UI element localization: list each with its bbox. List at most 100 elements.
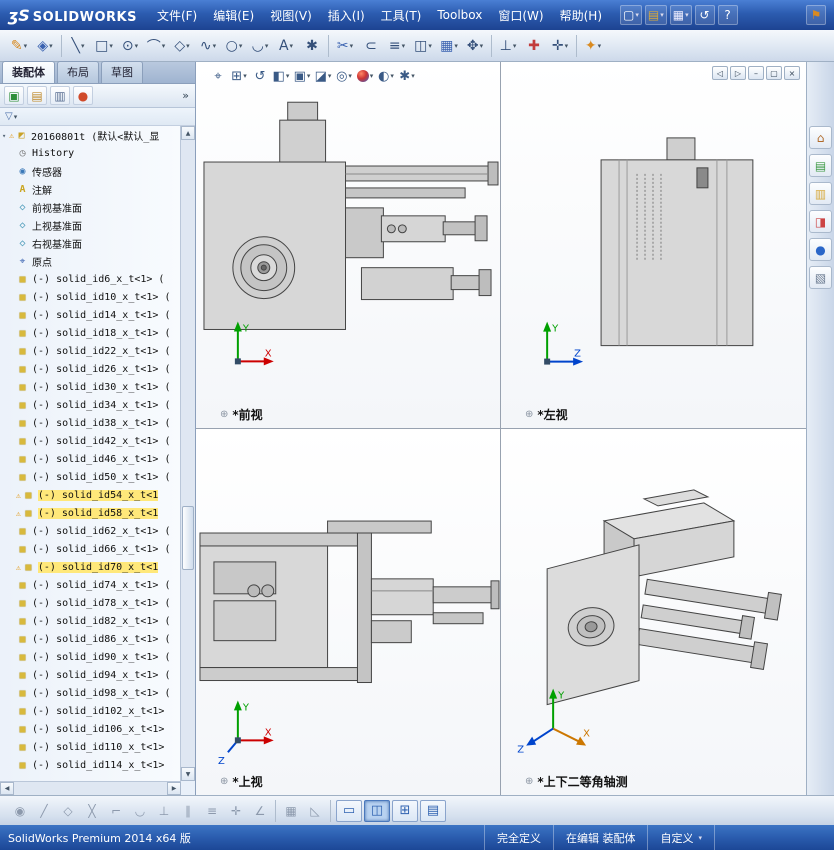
view-settings-icon[interactable]: ✱ <box>397 65 417 87</box>
pane-left-icon[interactable]: ◁ <box>712 66 728 80</box>
tree-item[interactable]: ■ (-) solid_id54_x_t<1 <box>0 486 181 504</box>
tree-item[interactable]: ■ (-) solid_id6_x_t<1> ( <box>0 270 181 288</box>
expand-icon[interactable] <box>2 130 9 141</box>
sketch-icon[interactable]: ✎ <box>6 33 32 59</box>
tree-item[interactable]: ■ (-) solid_id22_x_t<1> ( <box>0 342 181 360</box>
pattern-icon[interactable]: ▦ <box>436 33 462 59</box>
scroll-up-button[interactable] <box>181 126 195 140</box>
help-icon[interactable]: ? <box>717 5 738 25</box>
trim-icon[interactable]: ✂ <box>332 33 358 59</box>
tree-vertical-scrollbar[interactable] <box>180 126 195 781</box>
tree-item[interactable]: ■ (-) solid_id82_x_t<1> ( <box>0 612 181 630</box>
filter-icon[interactable]: ▽ <box>5 111 17 122</box>
tree-item[interactable]: ◇ 前视基准面 <box>0 198 181 216</box>
tree-item[interactable]: A 注解 <box>0 180 181 198</box>
zoom-area-icon[interactable]: ⊞ <box>229 65 249 87</box>
minimize-window-icon[interactable]: – <box>748 66 764 80</box>
smart-dimension-icon[interactable]: ◈ <box>32 33 58 59</box>
zoom-fit-icon[interactable]: ⌖ <box>208 65 228 87</box>
command-tab[interactable]: 布局 <box>57 61 99 83</box>
offset-icon[interactable]: ≡ <box>384 33 410 59</box>
polygon-icon[interactable]: ◇ <box>169 33 195 59</box>
move-entities-icon[interactable]: ✥ <box>462 33 488 59</box>
restore-window-icon[interactable]: ▢ <box>766 66 782 80</box>
tree-item[interactable]: ■ (-) solid_id38_x_t<1> ( <box>0 414 181 432</box>
tree-item[interactable]: ◷ History <box>0 144 181 162</box>
viewport-left-view[interactable]: Y Z ⊕ *左视 <box>501 62 806 429</box>
tree-item[interactable]: ■ (-) solid_id106_x_t<1> <box>0 720 181 738</box>
snap-perpendicular-icon[interactable]: ⊥ <box>152 799 176 823</box>
new-file-icon[interactable]: ▢ <box>620 5 642 25</box>
tree-item[interactable]: ◇ 右视基准面 <box>0 234 181 252</box>
grid-settings-icon[interactable]: ▦ <box>279 799 303 823</box>
apply-scene-icon[interactable]: ◐ <box>376 65 396 87</box>
mirror-icon[interactable]: ◫ <box>410 33 436 59</box>
line-icon[interactable]: ╲ <box>65 33 91 59</box>
tree-item[interactable]: ■ (-) solid_id102_x_t<1> <box>0 702 181 720</box>
menu-item[interactable]: Toolbox <box>429 0 490 30</box>
section-view-icon[interactable]: ◧ <box>271 65 291 87</box>
tree-item[interactable]: ■ (-) solid_id50_x_t<1> ( <box>0 468 181 486</box>
viewport-link-button[interactable]: ▤ <box>420 799 446 822</box>
tree-item[interactable]: ■ (-) solid_id26_x_t<1> ( <box>0 360 181 378</box>
viewport-front-view[interactable]: Y X ⊕ *前视 <box>196 62 501 429</box>
tree-item[interactable]: ◉ 传感器 <box>0 162 181 180</box>
options-icon[interactable]: ✦ <box>580 33 606 59</box>
text-icon[interactable]: A <box>273 33 299 59</box>
scroll-left-button[interactable] <box>0 782 14 795</box>
menu-item[interactable]: 编辑(E) <box>205 0 262 30</box>
menu-item[interactable]: 插入(I) <box>320 0 373 30</box>
status-custom-menu[interactable]: 自定义 <box>647 825 714 850</box>
undo-icon[interactable]: ↺ <box>694 5 715 25</box>
snap-center-line-icon[interactable]: ╱ <box>32 799 56 823</box>
arc-icon[interactable]: ⌒ <box>143 33 169 59</box>
close-window-icon[interactable]: × <box>784 66 800 80</box>
tree-item[interactable]: ■ (-) solid_id70_x_t<1 <box>0 558 181 576</box>
snap-quadrant-icon[interactable]: ◇ <box>56 799 80 823</box>
viewport-single-button[interactable]: ▭ <box>336 799 362 822</box>
menu-item[interactable]: 视图(V) <box>262 0 320 30</box>
command-tab[interactable]: 草图 <box>101 61 143 83</box>
tree-item[interactable]: ■ (-) solid_id114_x_t<1> <box>0 756 181 774</box>
displaymanager-tab-icon[interactable]: ● <box>73 86 93 105</box>
save-icon[interactable]: ▦ <box>669 5 692 25</box>
pane-right-icon[interactable]: ▷ <box>730 66 746 80</box>
snap-point-icon[interactable]: ✛ <box>224 799 248 823</box>
open-file-icon[interactable]: ▤ <box>644 5 667 25</box>
view-palette-icon[interactable]: ◨ <box>809 210 832 233</box>
menu-item[interactable]: 帮助(H) <box>552 0 610 30</box>
ellipse-icon[interactable]: ○ <box>221 33 247 59</box>
viewport-isometric-view[interactable]: Y X Z ⊕ *上下二等角轴测 <box>501 428 806 795</box>
snap-points-icon[interactable]: ◉ <box>8 799 32 823</box>
edit-appearance-icon[interactable] <box>355 65 375 87</box>
point-icon[interactable]: ✱ <box>299 33 325 59</box>
tree-item-root[interactable]: ◩ 20160801t (默认<默认_显 <box>0 126 181 144</box>
configurationmanager-tab-icon[interactable]: ▥ <box>50 86 70 105</box>
featuremanager-tab-icon[interactable]: ▣ <box>4 86 24 105</box>
hide-show-items-icon[interactable]: ◎ <box>334 65 354 87</box>
convert-entities-icon[interactable]: ⊂ <box>358 33 384 59</box>
snap-nearest-icon[interactable]: ⌐ <box>104 799 128 823</box>
design-library-icon[interactable]: ▤ <box>809 154 832 177</box>
snap-hv-icon[interactable]: ≡ <box>200 799 224 823</box>
quick-snaps-icon[interactable]: ✛ <box>547 33 573 59</box>
appearances-scenes-icon[interactable]: ● <box>809 238 832 261</box>
snap-intersection-icon[interactable]: ╳ <box>80 799 104 823</box>
tree-horizontal-scrollbar[interactable] <box>0 781 181 795</box>
tree-item[interactable]: ■ (-) solid_id30_x_t<1> ( <box>0 378 181 396</box>
tree-item[interactable]: ■ (-) solid_id18_x_t<1> ( <box>0 324 181 342</box>
tree-item[interactable]: ■ (-) solid_id78_x_t<1> ( <box>0 594 181 612</box>
tree-item[interactable]: ■ (-) solid_id34_x_t<1> ( <box>0 396 181 414</box>
tree-item[interactable]: ⌖ 原点 <box>0 252 181 270</box>
previous-view-icon[interactable]: ↺ <box>250 65 270 87</box>
tree-item[interactable]: ■ (-) solid_id86_x_t<1> ( <box>0 630 181 648</box>
command-tab[interactable]: 装配体 <box>2 61 55 83</box>
tree-item[interactable]: ■ (-) solid_id90_x_t<1> ( <box>0 648 181 666</box>
view-orientation-icon[interactable]: ▣ <box>292 65 312 87</box>
snap-angle-icon[interactable]: ∠ <box>248 799 272 823</box>
tree-item[interactable]: ■ (-) solid_id94_x_t<1> ( <box>0 666 181 684</box>
file-explorer-icon[interactable]: ▥ <box>809 182 832 205</box>
spline-icon[interactable]: ∿ <box>195 33 221 59</box>
tree-item[interactable]: ■ (-) solid_id10_x_t<1> ( <box>0 288 181 306</box>
sketch-settings-icon[interactable]: ◺ <box>303 799 327 823</box>
